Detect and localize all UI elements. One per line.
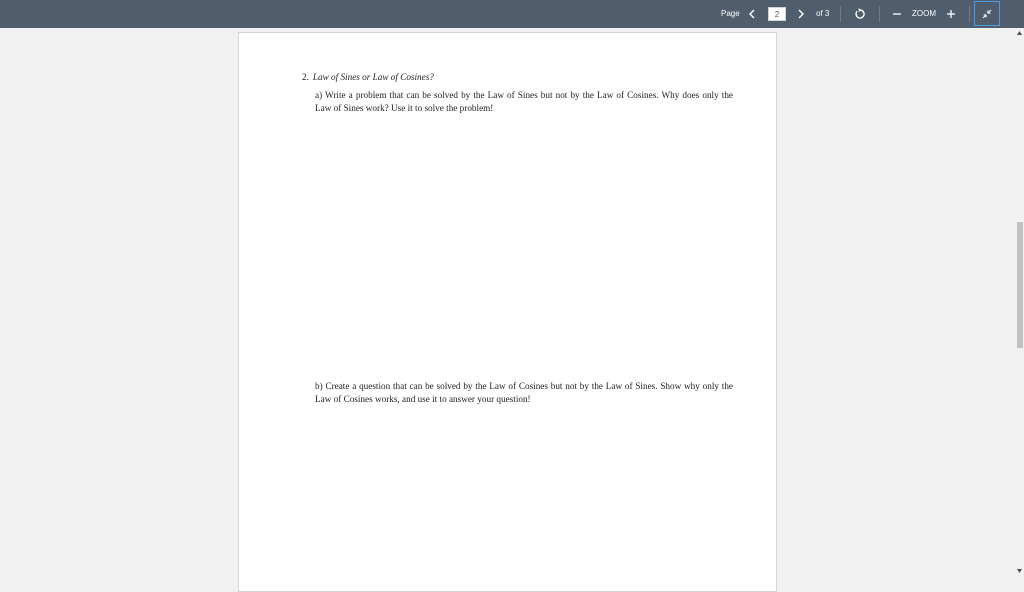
zoom-in-icon[interactable] [944,6,958,22]
page-label: Page [721,9,740,18]
zoom-label: ZOOM [912,9,936,18]
scroll-up-icon[interactable] [1015,28,1024,38]
scroll-down-icon[interactable] [1015,566,1024,576]
collapse-button[interactable] [974,1,1000,26]
toolbar-divider [879,6,880,22]
question-heading: 2. Law of Sines or Law of Cosines? [302,71,434,84]
chevron-left-icon[interactable] [745,6,759,22]
question-title: Law of Sines or Law of Cosines? [312,72,434,82]
chevron-right-icon[interactable] [794,6,808,22]
zoom-out-icon[interactable] [890,6,904,22]
question-number: 2. [302,72,309,82]
question-part-a: a) Write a problem that can be solved by… [315,90,733,113]
pdf-toolbar: Page of 3 ZOOM [0,0,1024,28]
page-count-label: of 3 [816,9,830,18]
toolbar-divider [969,6,970,22]
page-number-input[interactable] [768,7,786,21]
vertical-scrollbar[interactable] [1015,28,1024,576]
collapse-icon [982,9,992,18]
rotate-icon[interactable] [853,6,867,22]
pdf-page: 2. Law of Sines or Law of Cosines? a) Wri… [238,32,777,592]
toolbar-divider [840,6,841,22]
scrollbar-thumb[interactable] [1017,222,1023,348]
question-part-b: b) Create a question that can be solved … [315,381,733,404]
